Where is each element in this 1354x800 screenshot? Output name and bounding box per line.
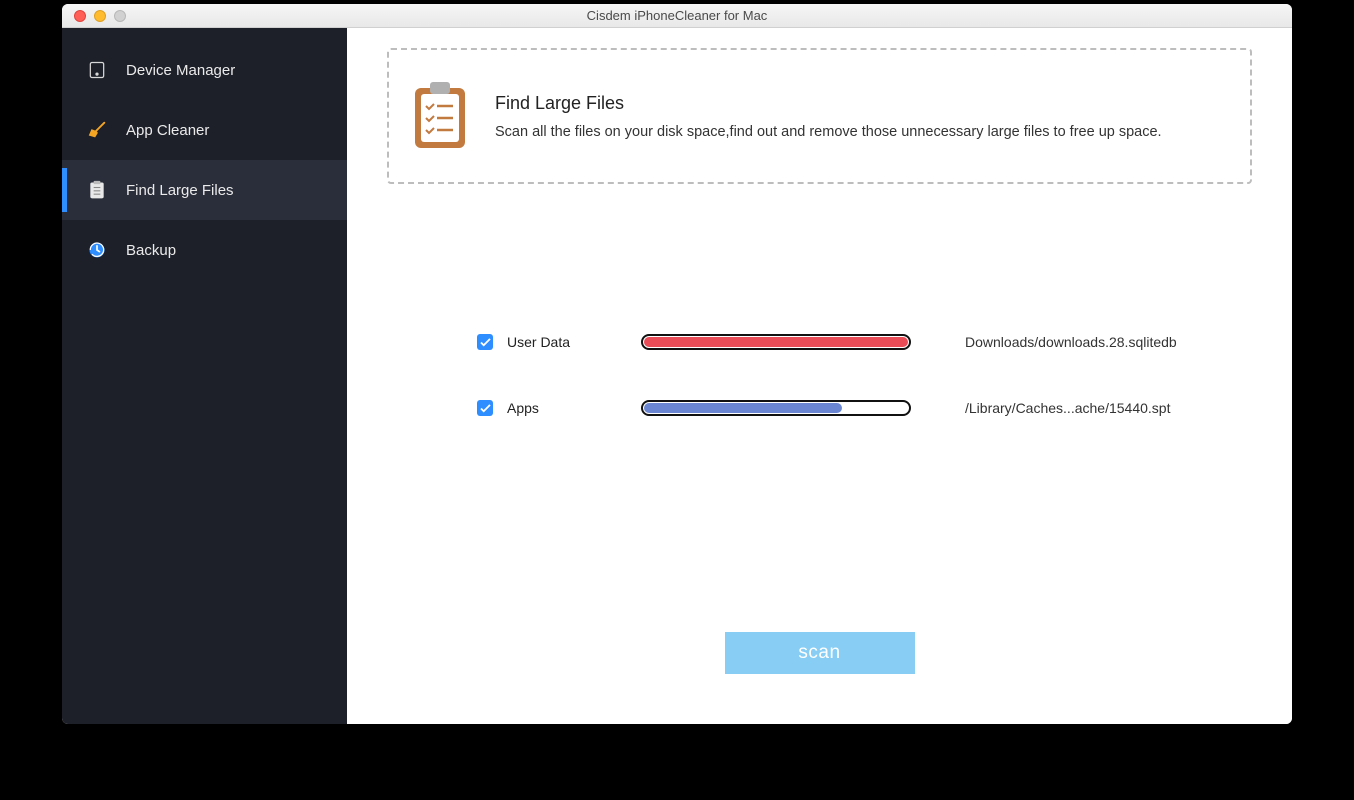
card-description: Scan all the files on your disk space,fi… [495, 124, 1162, 140]
row-path: Downloads/downloads.28.sqlitedb [965, 334, 1177, 350]
sidebar-item-label: Backup [126, 242, 176, 259]
scan-row-apps: Apps /Library/Caches...ache/15440.spt [477, 400, 1252, 416]
row-label: Apps [507, 400, 627, 416]
close-window-button[interactable] [74, 10, 86, 22]
clipboard-large-icon [411, 80, 469, 152]
checkbox-apps[interactable] [477, 400, 493, 416]
sidebar-item-find-large-files[interactable]: Find Large Files [62, 160, 347, 220]
sidebar-item-device-manager[interactable]: Device Manager [62, 40, 347, 100]
progress-fill [644, 337, 908, 347]
window-title: Cisdem iPhoneCleaner for Mac [62, 8, 1292, 23]
scan-row-user-data: User Data Downloads/downloads.28.sqlited… [477, 334, 1252, 350]
sidebar: Device Manager App Cleaner [62, 28, 347, 724]
scan-button[interactable]: scan [725, 632, 915, 674]
device-manager-icon [86, 59, 108, 81]
window-body: Device Manager App Cleaner [62, 28, 1292, 724]
progress-fill [644, 403, 842, 413]
broom-icon [86, 119, 108, 141]
backup-icon [86, 239, 108, 261]
row-label: User Data [507, 334, 627, 350]
sidebar-item-app-cleaner[interactable]: App Cleaner [62, 100, 347, 160]
minimize-window-button[interactable] [94, 10, 106, 22]
row-path: /Library/Caches...ache/15440.spt [965, 400, 1170, 416]
maximize-window-button[interactable] [114, 10, 126, 22]
progress-bar-user-data [641, 334, 911, 350]
scan-rows: User Data Downloads/downloads.28.sqlited… [387, 334, 1252, 416]
info-card: Find Large Files Scan all the files on y… [387, 48, 1252, 184]
clipboard-icon [86, 179, 108, 201]
checkbox-user-data[interactable] [477, 334, 493, 350]
progress-bar-apps [641, 400, 911, 416]
sidebar-item-label: Device Manager [126, 62, 235, 79]
info-card-text: Find Large Files Scan all the files on y… [495, 93, 1162, 140]
main-panel: Find Large Files Scan all the files on y… [347, 28, 1292, 724]
traffic-lights [62, 10, 126, 22]
card-title: Find Large Files [495, 93, 1162, 114]
app-window: Cisdem iPhoneCleaner for Mac Device Mana… [62, 4, 1292, 724]
sidebar-item-label: Find Large Files [126, 182, 234, 199]
sidebar-item-label: App Cleaner [126, 122, 209, 139]
sidebar-item-backup[interactable]: Backup [62, 220, 347, 280]
titlebar: Cisdem iPhoneCleaner for Mac [62, 4, 1292, 28]
